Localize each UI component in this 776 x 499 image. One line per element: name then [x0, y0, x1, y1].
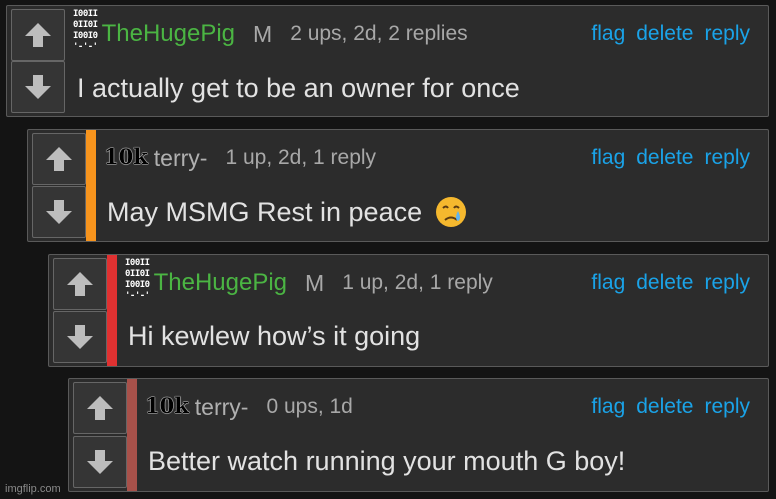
username-link[interactable]: TheHugePig [102, 20, 235, 48]
thread-depth-bar [107, 255, 117, 366]
upvote-button[interactable] [11, 9, 65, 61]
comment-meta: 0 ups, 1d [266, 395, 353, 418]
downvote-button[interactable] [53, 311, 107, 363]
thread-depth-bar [86, 130, 96, 241]
reply-link[interactable]: reply [704, 271, 750, 295]
comment-actions: flag delete reply [591, 379, 750, 435]
delete-link[interactable]: delete [636, 271, 693, 295]
flag-link[interactable]: flag [591, 22, 625, 46]
comment: I00II 0II0I I00I0 '-'-' TheHugePig M 2 u… [6, 5, 769, 117]
comment-meta: 1 up, 2d, 1 reply [342, 271, 493, 294]
comment-meta: 2 ups, 2d, 2 replies [290, 22, 468, 45]
user-badge-icon: 10k [145, 392, 189, 418]
user-badge-icon: 10k [104, 143, 148, 169]
down-arrow-icon [67, 325, 93, 349]
up-arrow-icon [46, 147, 72, 171]
reply-link[interactable]: reply [704, 22, 750, 46]
delete-link[interactable]: delete [636, 395, 693, 419]
username-link[interactable]: terry- [154, 145, 208, 172]
delete-link[interactable]: delete [636, 146, 693, 170]
crying-face-emoji [436, 197, 467, 227]
vote-column [49, 255, 107, 366]
reply-link[interactable]: reply [704, 146, 750, 170]
comment: 10k terry- 0 ups, 1d flag delete reply B… [68, 378, 769, 492]
up-arrow-icon [87, 396, 113, 420]
down-arrow-icon [46, 200, 72, 224]
comment-text: Better watch running your mouth G boy! [148, 446, 626, 476]
gender-label: M [253, 20, 273, 47]
downvote-button[interactable] [73, 436, 127, 488]
vote-column [28, 130, 86, 241]
vote-column [7, 6, 65, 116]
comment-text: May MSMG Rest in peace [107, 195, 468, 229]
thread-depth-bar [127, 379, 137, 491]
down-arrow-icon [87, 450, 113, 474]
vote-column [69, 379, 127, 491]
comment: I00II 0II0I I00I0 '-'-' TheHugePig M 1 u… [48, 254, 769, 367]
upvote-button[interactable] [32, 133, 86, 185]
up-arrow-icon [67, 272, 93, 296]
reply-link[interactable]: reply [704, 395, 750, 419]
downvote-button[interactable] [32, 186, 86, 238]
comment-actions: flag delete reply [591, 6, 750, 62]
downvote-button[interactable] [11, 61, 65, 113]
flag-link[interactable]: flag [591, 271, 625, 295]
user-badge-icon: I00II 0II0I I00I0 '-'-' [73, 9, 98, 52]
comment-text: I actually get to be an owner for once [77, 73, 520, 103]
comment-actions: flag delete reply [591, 130, 750, 186]
delete-link[interactable]: delete [636, 22, 693, 46]
comment: 10k terry- 1 up, 2d, 1 reply flag delete… [27, 129, 769, 242]
watermark: imgflip.com [5, 483, 61, 495]
upvote-button[interactable] [73, 382, 127, 434]
comment-meta: 1 up, 2d, 1 reply [225, 146, 377, 169]
down-arrow-icon [25, 75, 51, 99]
username-link[interactable]: TheHugePig [154, 269, 287, 297]
flag-link[interactable]: flag [591, 395, 625, 419]
gender-label: M [305, 269, 325, 296]
user-badge-icon: I00II 0II0I I00I0 '-'-' [125, 258, 150, 301]
comment-actions: flag delete reply [591, 255, 750, 311]
comment-text: Hi kewlew how’s it going [128, 321, 421, 351]
flag-link[interactable]: flag [591, 146, 625, 170]
username-link[interactable]: terry- [195, 394, 249, 421]
up-arrow-icon [25, 23, 51, 47]
upvote-button[interactable] [53, 258, 107, 310]
